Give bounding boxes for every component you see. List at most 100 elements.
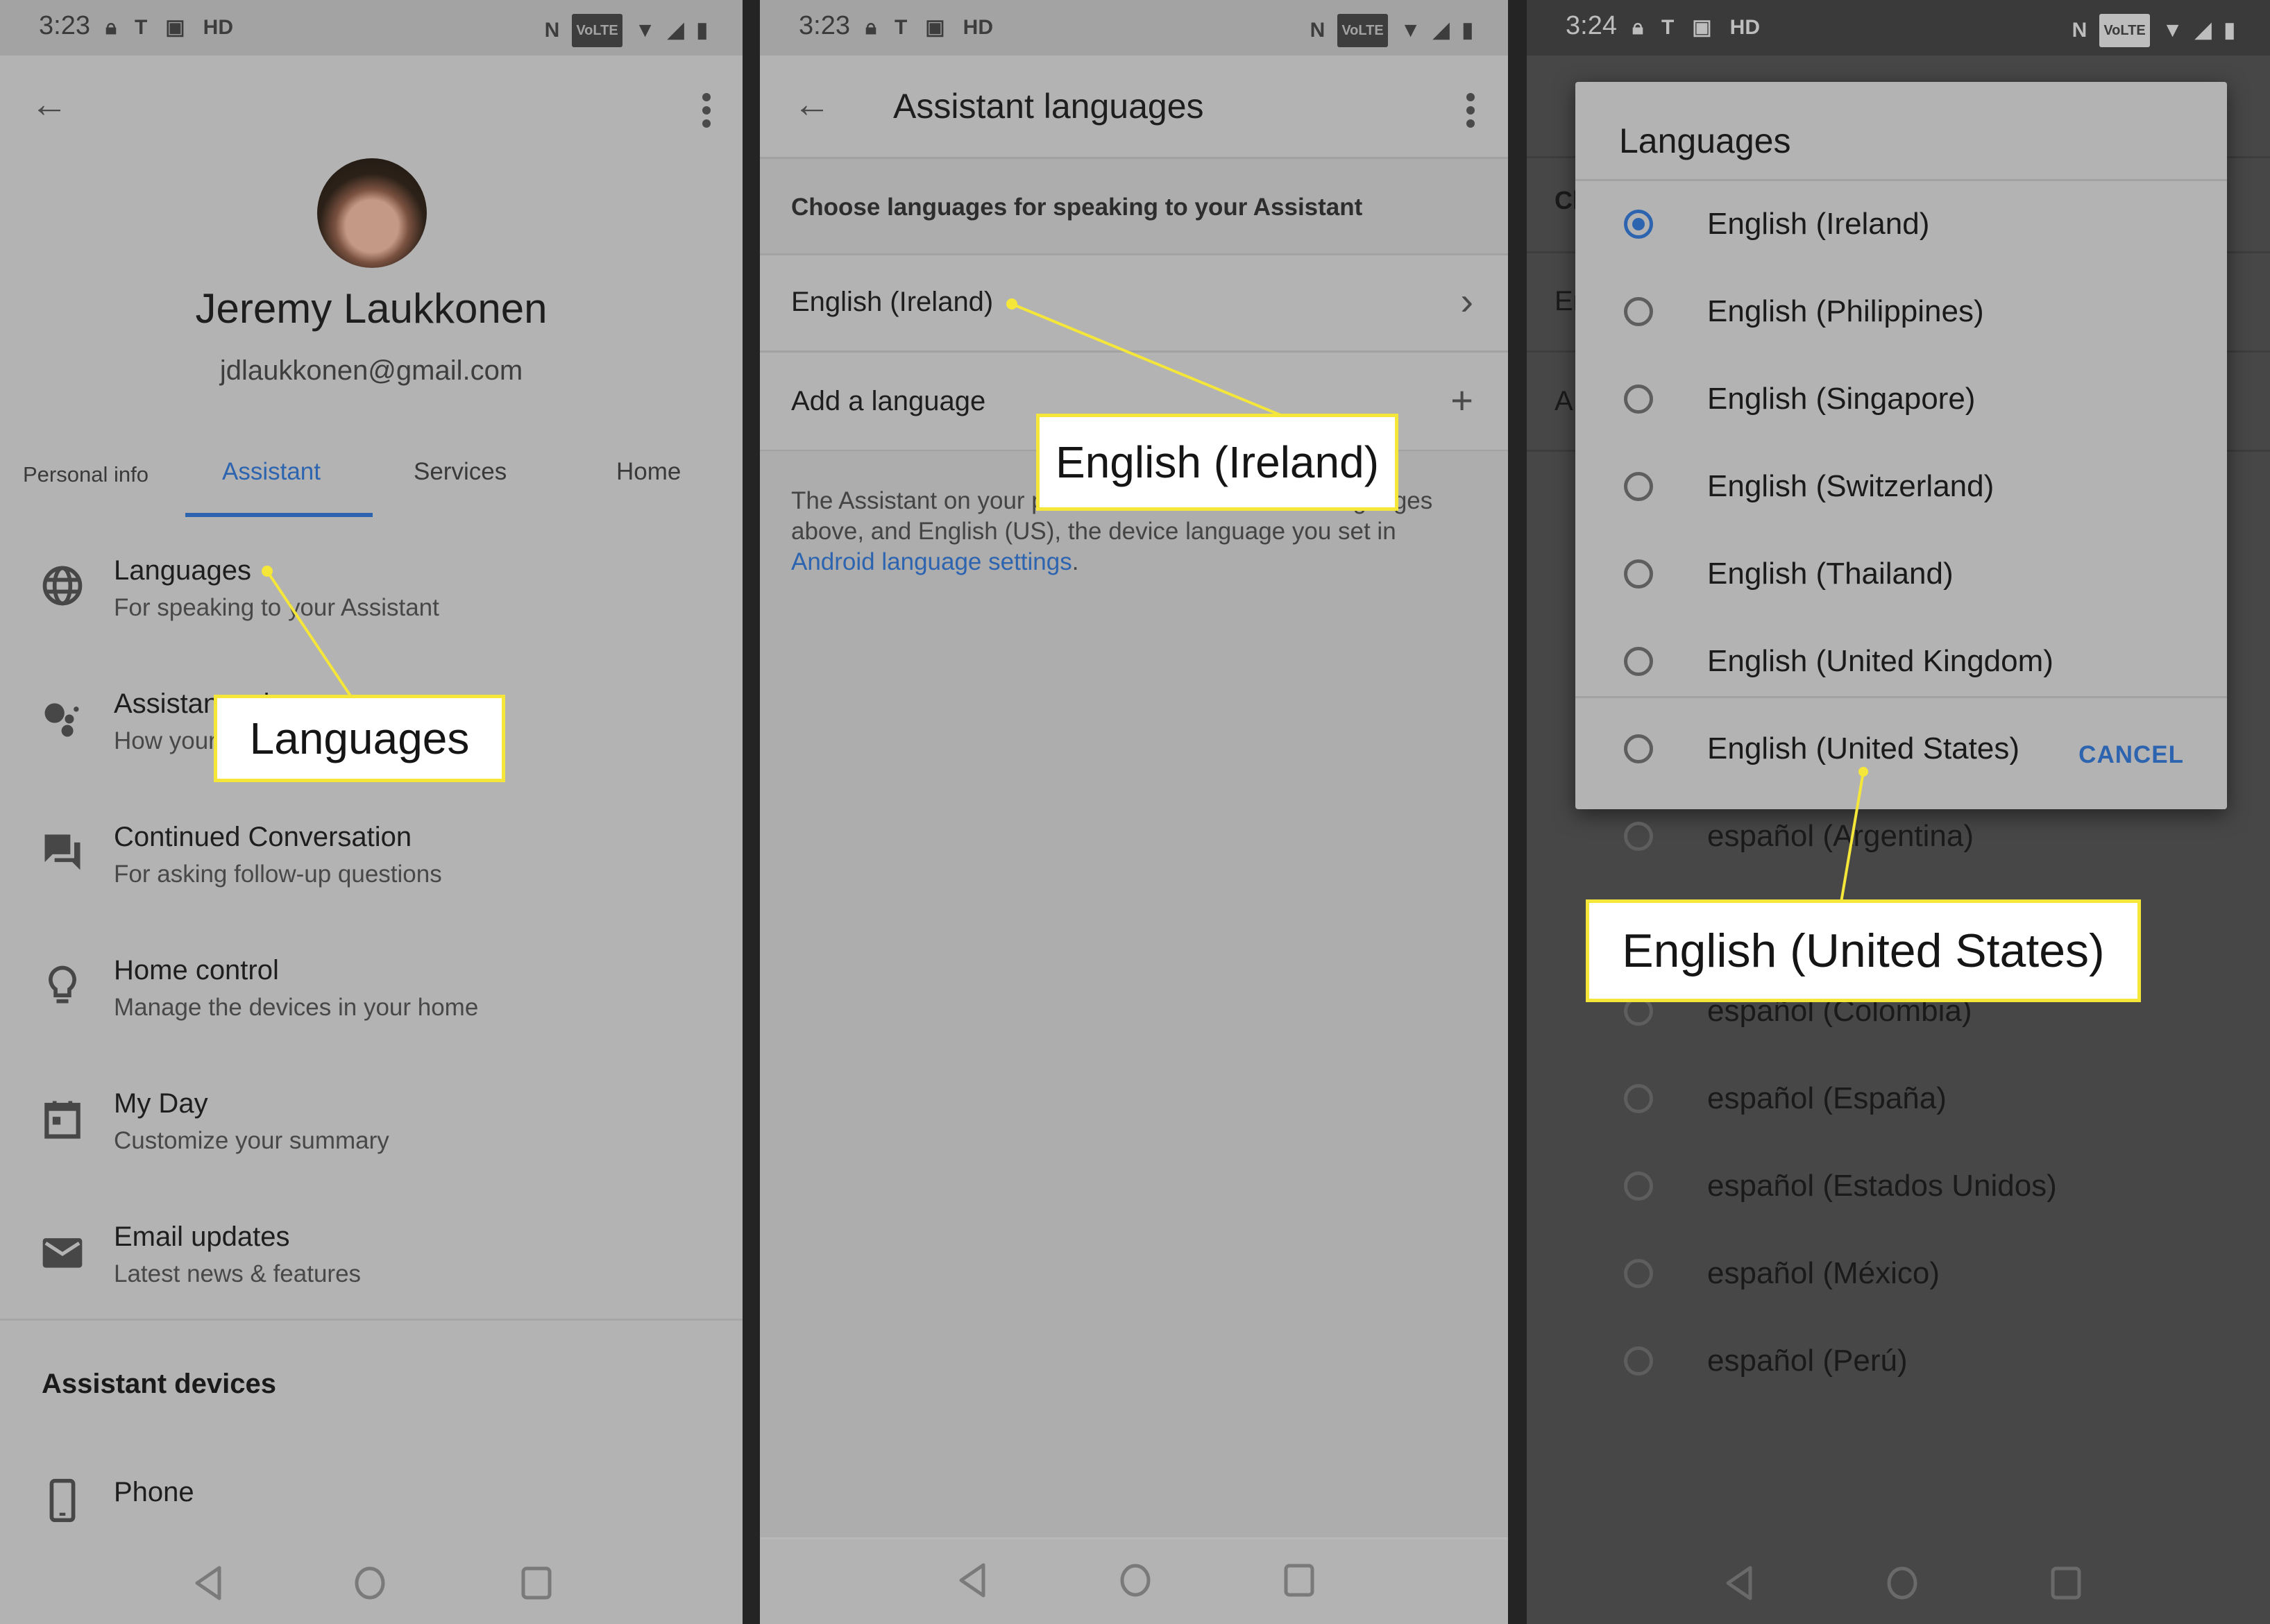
mail-icon (42, 1238, 83, 1268)
setting-subtitle: For asking follow-up questions (114, 861, 442, 888)
dialog-divider (1575, 696, 2227, 698)
radio-unselected-icon[interactable] (1624, 559, 1653, 589)
callout-english-united-states: English (United States) (1586, 899, 2141, 1002)
language-option-label: English (United Kingdom) (1707, 644, 2053, 678)
avatar (317, 158, 427, 268)
page-title: Assistant languages (893, 87, 1204, 126)
nav-home-icon[interactable] (1885, 1564, 1920, 1602)
tab-services[interactable]: Services (414, 458, 507, 486)
setting-languages[interactable]: Languages For speaking to your Assistant (0, 555, 743, 680)
instructions-text: Choose languages for speaking to your As… (791, 194, 1363, 221)
lock-icon: 🔒︎ (865, 16, 876, 39)
more-options-icon[interactable] (1466, 93, 1475, 133)
more-options-icon[interactable] (702, 93, 711, 133)
setting-continued-conversation[interactable]: Continued Conversation For asking follow… (0, 822, 743, 947)
hd-icon: HD (963, 16, 993, 39)
radio-unselected-icon[interactable] (1624, 384, 1653, 414)
wifi-icon: ▼ (2162, 19, 2183, 42)
device-label: Phone (114, 1477, 194, 1507)
active-tab-indicator (185, 513, 373, 517)
radio-unselected-icon[interactable] (1624, 297, 1653, 326)
language-row-english-ireland[interactable]: English (Ireland) › (760, 253, 1508, 353)
setting-email-updates[interactable]: Email updates Latest news & features (0, 1221, 743, 1346)
language-option-label: español (Argentina) (1707, 819, 1974, 853)
language-option[interactable]: English (Ireland) (1575, 185, 2227, 272)
nfc-icon: N (1310, 19, 1325, 42)
assistant-languages-screen: 3:23 🔒︎ T ▣ HD N VoLTE ▼ ◢ ▮ ← Assistant… (760, 0, 1508, 1624)
calendar-icon (44, 1101, 81, 1139)
radio-unselected-icon[interactable] (1624, 822, 1653, 851)
volte-icon: VoLTE (1337, 14, 1388, 47)
setting-my-day[interactable]: My Day Customize your summary (0, 1088, 743, 1213)
nav-recents-icon[interactable] (519, 1564, 554, 1602)
nav-back-icon[interactable] (956, 1562, 990, 1599)
language-option-label: English (Thailand) (1707, 557, 1954, 591)
nav-back-icon[interactable] (192, 1564, 226, 1602)
assistant-dots-icon (44, 703, 79, 737)
language-option[interactable]: español (Argentina) (1575, 797, 2227, 884)
device-phone[interactable]: Phone (0, 1477, 743, 1546)
signal-icon: ◢ (2195, 19, 2212, 42)
radio-unselected-icon[interactable] (1624, 1259, 1653, 1288)
status-time: 3:23 (799, 11, 850, 40)
dialog-divider (1575, 179, 2227, 181)
android-language-settings-link[interactable]: Android language settings (791, 548, 1072, 575)
battery-icon: ▮ (2224, 19, 2235, 42)
nfc-icon: N (2072, 19, 2087, 42)
language-option-label: English (Philippines) (1707, 294, 1984, 328)
language-option-label: español (España) (1707, 1081, 1947, 1115)
nav-recents-icon[interactable] (1282, 1562, 1316, 1599)
setting-subtitle: Customize your summary (114, 1127, 389, 1154)
radio-unselected-icon[interactable] (1624, 1172, 1653, 1201)
callout-languages: Languages (214, 695, 505, 782)
radio-unselected-icon[interactable] (1624, 647, 1653, 676)
radio-unselected-icon[interactable] (1624, 1084, 1653, 1113)
nav-back-icon[interactable] (1722, 1564, 1757, 1602)
language-option[interactable]: English (Thailand) (1575, 534, 2227, 622)
language-option-label: English (Ireland) (1707, 207, 1930, 241)
setting-subtitle: Manage the devices in your home (114, 994, 479, 1021)
content-area (760, 451, 1508, 1537)
language-option[interactable]: English (Singapore) (1575, 360, 2227, 447)
nav-home-icon[interactable] (353, 1564, 387, 1602)
radio-selected-icon[interactable] (1624, 210, 1653, 239)
image-icon: ▣ (1692, 16, 1712, 39)
radio-unselected-icon[interactable] (1624, 734, 1653, 763)
back-arrow-icon[interactable]: ← (793, 83, 831, 125)
nav-recents-icon[interactable] (2049, 1564, 2083, 1602)
language-option[interactable]: English (Switzerland) (1575, 447, 2227, 534)
language-option[interactable]: español (Perú) (1575, 1321, 2227, 1409)
language-option[interactable]: español (México) (1575, 1234, 2227, 1321)
language-option-label: español (Estados Unidos) (1707, 1169, 2057, 1203)
lock-icon: 🔒︎ (1632, 16, 1643, 39)
t-mobile-icon: T (134, 16, 148, 39)
nfc-icon: N (544, 19, 560, 42)
setting-title: Email updates (114, 1221, 290, 1252)
status-bar: 3:24 🔒︎ T ▣ HD N VoLTE ▼ ◢ ▮ (1527, 0, 2270, 56)
language-option[interactable]: English (Philippines) (1575, 272, 2227, 360)
language-option[interactable]: español (Estados Unidos) (1575, 1147, 2227, 1234)
plus-icon: + (1450, 378, 1473, 422)
language-option-label: español (México) (1707, 1256, 1940, 1290)
tab-personal-info[interactable]: Personal info (23, 462, 149, 487)
t-mobile-icon: T (894, 16, 908, 39)
language-option-label: English (Switzerland) (1707, 469, 1994, 503)
volte-icon: VoLTE (572, 14, 622, 47)
volte-icon: VoLTE (2099, 14, 2150, 47)
image-icon: ▣ (925, 16, 945, 39)
radio-unselected-icon[interactable] (1624, 472, 1653, 501)
tab-home[interactable]: Home (616, 458, 681, 486)
nav-home-icon[interactable] (1118, 1562, 1153, 1599)
back-arrow-icon[interactable]: ← (31, 83, 68, 125)
tab-assistant[interactable]: Assistant (222, 458, 321, 486)
section-divider (0, 1319, 743, 1321)
setting-subtitle: For speaking to your Assistant (114, 594, 439, 621)
cancel-button[interactable]: CANCEL (2078, 741, 2184, 769)
signal-icon: ◢ (668, 19, 684, 42)
radio-unselected-icon[interactable] (1624, 1346, 1653, 1376)
status-time: 3:24 (1566, 11, 1617, 40)
lightbulb-icon (49, 965, 76, 1004)
setting-home-control[interactable]: Home control Manage the devices in your … (0, 955, 743, 1080)
chat-bubbles-icon (44, 834, 81, 870)
language-option[interactable]: español (España) (1575, 1059, 2227, 1147)
